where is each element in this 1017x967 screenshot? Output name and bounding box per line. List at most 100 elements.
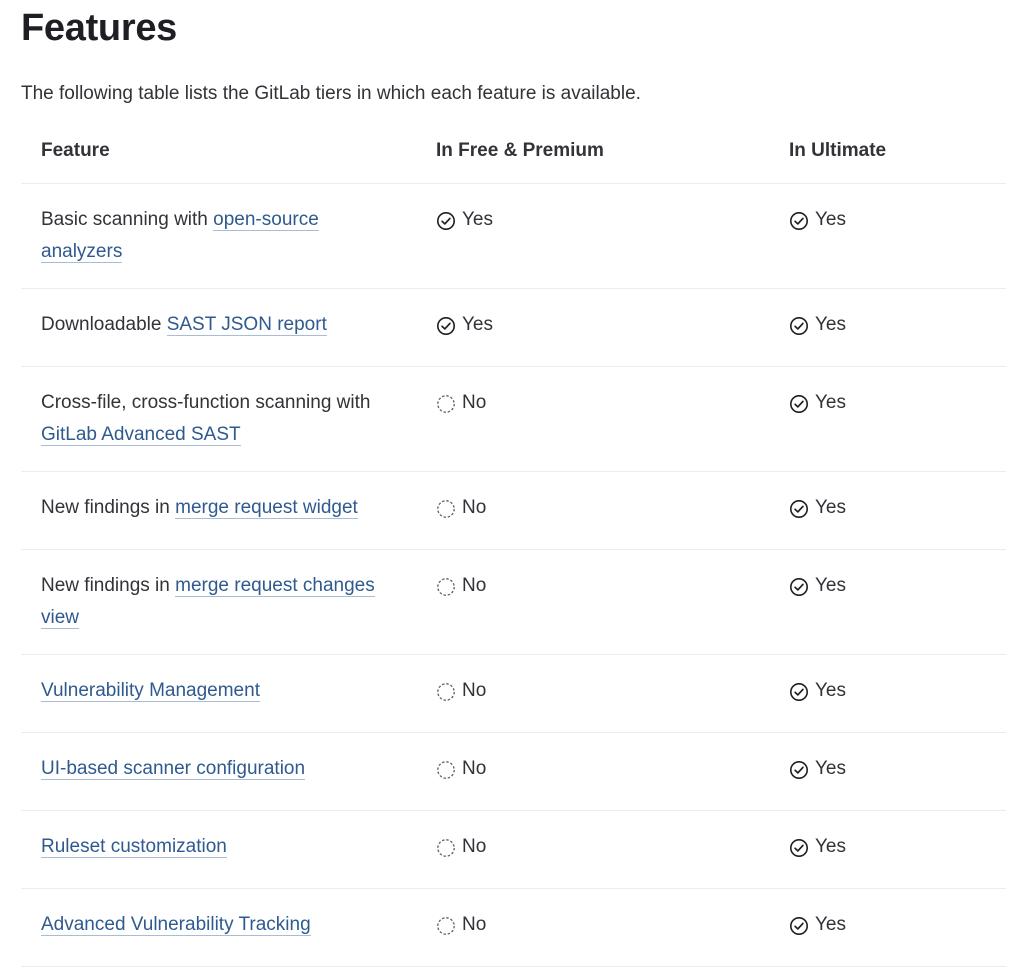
availability-label: Yes <box>815 575 846 596</box>
column-header-feature: Feature <box>21 124 416 184</box>
availability-label: No <box>462 575 487 596</box>
check-circle-icon <box>789 316 809 336</box>
availability-status: Yes <box>789 309 846 341</box>
availability-label: Yes <box>815 758 846 779</box>
availability-label: Yes <box>815 392 846 413</box>
table-row: Downloadable SAST JSON report Yes Yes <box>21 288 1006 367</box>
check-circle-icon <box>436 316 456 336</box>
dashed-circle-icon <box>436 760 456 780</box>
free-premium-status-cell: No <box>416 888 769 967</box>
ultimate-status-cell: Yes <box>769 183 1006 289</box>
dashed-circle-icon <box>436 682 456 702</box>
column-header-free-premium: In Free & Premium <box>416 124 769 184</box>
availability-label: Yes <box>462 314 493 335</box>
check-circle-icon <box>789 760 809 780</box>
feature-link[interactable]: Ruleset customization <box>41 836 227 858</box>
feature-link[interactable]: UI-based scanner configuration <box>41 758 306 780</box>
ultimate-status-cell: Yes <box>769 810 1006 889</box>
ultimate-status-cell: Yes <box>769 888 1006 967</box>
availability-status: No <box>436 753 486 785</box>
feature-text: New findings in <box>41 575 176 596</box>
availability-label: No <box>462 758 487 779</box>
availability-label: No <box>462 836 487 857</box>
availability-status: No <box>436 831 486 863</box>
availability-status: Yes <box>789 909 846 941</box>
availability-status: Yes <box>789 492 846 524</box>
availability-label: No <box>462 392 487 413</box>
free-premium-status-cell: No <box>416 810 769 889</box>
ultimate-status-cell: Yes <box>769 654 1006 733</box>
availability-label: Yes <box>815 314 846 335</box>
intro-paragraph: The following table lists the GitLab tie… <box>21 83 641 104</box>
table-header-row: Feature In Free & Premium In Ultimate <box>21 124 1006 184</box>
feature-cell: Ruleset customization <box>21 810 416 889</box>
check-circle-icon <box>436 211 456 231</box>
availability-label: Yes <box>815 680 846 701</box>
availability-status: Yes <box>789 387 846 419</box>
availability-status: Yes <box>789 204 846 236</box>
availability-status: Yes <box>789 753 846 785</box>
free-premium-status-cell: No <box>416 549 769 655</box>
availability-label: Yes <box>815 914 846 935</box>
feature-cell: Basic scanning with open-source analyzer… <box>21 183 416 289</box>
ultimate-status-cell: Yes <box>769 288 1006 367</box>
availability-label: Yes <box>815 497 846 518</box>
dashed-circle-icon <box>436 394 456 414</box>
free-premium-status-cell: No <box>416 654 769 733</box>
check-circle-icon <box>789 211 809 231</box>
check-circle-icon <box>789 394 809 414</box>
availability-status: No <box>436 675 486 707</box>
availability-label: Yes <box>815 836 846 857</box>
column-header-ultimate: In Ultimate <box>769 124 1006 184</box>
free-premium-status-cell: No <box>416 471 769 550</box>
table-row: New findings in merge request changes vi… <box>21 549 1006 655</box>
availability-label: No <box>462 497 487 518</box>
table-row: Ruleset customization No Yes <box>21 810 1006 889</box>
availability-status: No <box>436 570 486 602</box>
table-row: Advanced Vulnerability Tracking No Yes <box>21 888 1006 967</box>
availability-label: No <box>462 914 487 935</box>
table-row: UI-based scanner configuration No Yes <box>21 732 1006 811</box>
ultimate-status-cell: Yes <box>769 549 1006 655</box>
availability-status: Yes <box>789 570 846 602</box>
feature-cell: Advanced Vulnerability Tracking <box>21 888 416 967</box>
feature-text: Cross-file, cross-function scanning with <box>41 392 376 413</box>
availability-status: No <box>436 492 486 524</box>
availability-status: Yes <box>789 831 846 863</box>
availability-status: Yes <box>789 675 846 707</box>
feature-link[interactable]: Vulnerability Management <box>41 680 260 702</box>
availability-label: Yes <box>815 209 846 230</box>
availability-status: No <box>436 909 486 941</box>
feature-cell: New findings in merge request changes vi… <box>21 549 416 655</box>
dashed-circle-icon <box>436 916 456 936</box>
free-premium-status-cell: No <box>416 366 769 472</box>
dashed-circle-icon <box>436 499 456 519</box>
feature-link[interactable]: merge request widget <box>175 497 358 519</box>
feature-text: Basic scanning with <box>41 209 214 230</box>
feature-cell: Vulnerability Management <box>21 654 416 733</box>
page-title: Features <box>21 7 178 49</box>
features-table: Feature In Free & Premium In Ultimate Ba… <box>21 124 1006 967</box>
free-premium-status-cell: Yes <box>416 183 769 289</box>
table-row: New findings in merge request widget No Ye… <box>21 471 1006 550</box>
ultimate-status-cell: Yes <box>769 366 1006 472</box>
dashed-circle-icon <box>436 577 456 597</box>
check-circle-icon <box>789 499 809 519</box>
table-row: Vulnerability Management No Yes <box>21 654 1006 733</box>
availability-label: Yes <box>462 209 493 230</box>
feature-text: Downloadable <box>41 314 167 335</box>
feature-link[interactable]: GitLab Advanced SAST <box>41 424 241 446</box>
feature-cell: New findings in merge request widget <box>21 471 416 550</box>
feature-cell: Downloadable SAST JSON report <box>21 288 416 367</box>
free-premium-status-cell: Yes <box>416 288 769 367</box>
check-circle-icon <box>789 916 809 936</box>
free-premium-status-cell: No <box>416 732 769 811</box>
feature-link[interactable]: SAST JSON report <box>166 314 327 336</box>
ultimate-status-cell: Yes <box>769 732 1006 811</box>
availability-status: Yes <box>436 204 493 236</box>
feature-link[interactable]: Advanced Vulnerability Tracking <box>41 914 311 936</box>
table-row: Basic scanning with open-source analyzer… <box>21 183 1006 289</box>
availability-status: No <box>436 387 486 419</box>
feature-cell: Cross-file, cross-function scanning with… <box>21 366 416 472</box>
feature-text: New findings in <box>41 497 176 518</box>
